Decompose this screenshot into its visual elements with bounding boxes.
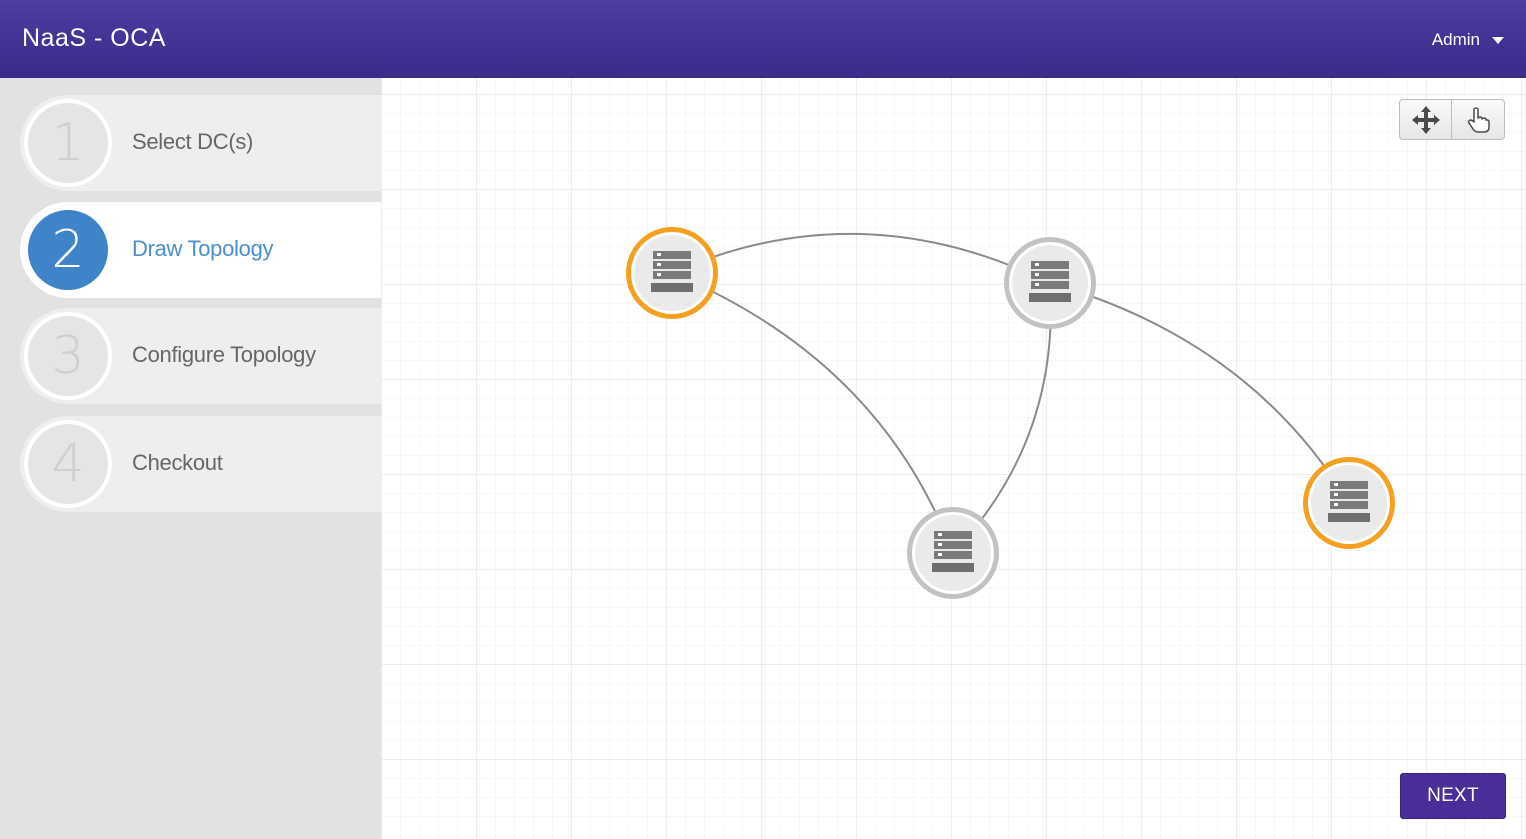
step-number-badge: 2	[24, 206, 112, 294]
server-icon	[932, 531, 974, 572]
server-icon	[651, 251, 693, 292]
dc-node[interactable]	[1004, 237, 1096, 329]
select-tool-button[interactable]	[1452, 99, 1505, 140]
step-number-badge: 3	[24, 312, 112, 400]
server-icon	[1029, 261, 1071, 302]
caret-down-icon	[1492, 36, 1504, 44]
dc-node[interactable]	[626, 227, 718, 319]
step-draw-topology[interactable]: 2 Draw Topology	[20, 202, 381, 298]
step-checkout[interactable]: 4 Checkout	[20, 416, 381, 512]
step-configure-topology[interactable]: 3 Configure Topology	[20, 308, 381, 404]
step-label: Configure Topology	[132, 342, 316, 367]
step-label: Select DC(s)	[132, 129, 254, 154]
step-label: Draw Topology	[132, 236, 274, 261]
step-select-dcs[interactable]: 1 Select DC(s)	[20, 95, 381, 191]
user-menu-label: Admin	[1431, 30, 1480, 49]
pointer-hand-icon	[1467, 106, 1490, 133]
step-label: Checkout	[132, 450, 223, 475]
step-number-badge: 4	[24, 420, 112, 508]
dc-node[interactable]	[1303, 457, 1395, 549]
user-menu[interactable]: Admin	[1432, 30, 1504, 50]
step-number-badge: 1	[24, 99, 112, 187]
top-bar: NaaS - OCA Admin	[0, 0, 1526, 78]
next-button[interactable]: NEXT	[1400, 773, 1506, 819]
app-title: NaaS - OCA	[22, 24, 166, 52]
canvas-toolbar	[1399, 99, 1506, 140]
move-arrows-icon	[1411, 105, 1440, 134]
wizard-sidebar: 1 Select DC(s) 2 Draw Topology 3 Configu…	[0, 78, 381, 839]
server-icon	[1328, 481, 1370, 522]
pan-tool-button[interactable]	[1399, 99, 1452, 140]
dc-node[interactable]	[907, 507, 999, 599]
